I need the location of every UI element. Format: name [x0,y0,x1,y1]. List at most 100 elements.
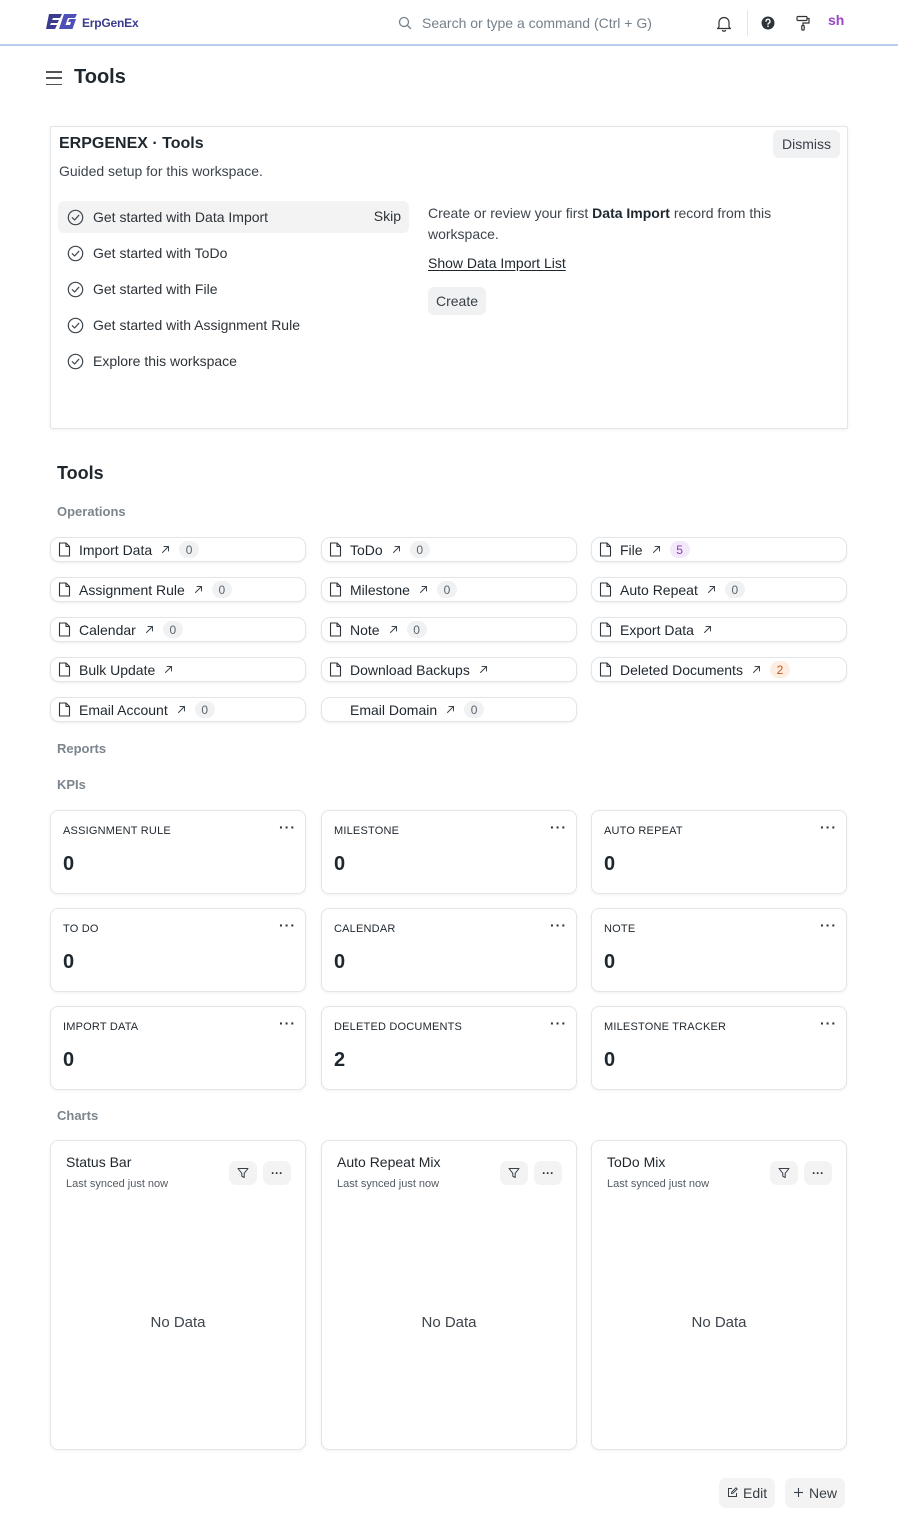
chart-menu-button[interactable]: ··· [534,1161,562,1185]
onboarding-step-label: Get started with File [93,281,218,297]
edit-button[interactable]: Edit [719,1478,776,1508]
chart-title: Auto Repeat Mix [337,1154,441,1170]
chart-title: Status Bar [66,1154,132,1170]
kpi-card-note[interactable]: NOTE 0 ··· [591,908,847,992]
kpi-menu-button[interactable]: ··· [550,1015,567,1031]
shortcut-label: Import Data [79,541,153,558]
shortcut-label: File [620,541,643,558]
document-icon [329,541,343,558]
kpi-label: AUTO REPEAT [604,825,683,837]
chart-empty-state: No Data [691,1314,747,1331]
brand-logo[interactable]: ErpGenEx [46,12,139,34]
chart-card-todo-mix: ToDo Mix Last synced just now ··· No Data [591,1140,847,1450]
kpi-menu-button[interactable]: ··· [279,1015,296,1031]
chart-last-synced: Last synced just now [607,1178,710,1190]
shortcut-import-data[interactable]: Import Data 0 [50,537,306,562]
create-button[interactable]: Create [428,287,487,315]
chart-menu-button[interactable]: ··· [263,1161,291,1185]
shortcut-bulk-update[interactable]: Bulk Update [50,657,306,682]
shortcut-auto-repeat[interactable]: Auto Repeat 0 [591,577,847,602]
shortcut-label: Email Account [79,701,168,718]
shortcut-label: Bulk Update [79,661,156,678]
arrow-up-right-icon [389,625,399,635]
kpi-menu-button[interactable]: ··· [820,819,837,835]
kpis-label: KPIs [57,777,86,792]
shortcut-label: Milestone [350,581,410,598]
skip-button[interactable]: Skip [374,208,401,224]
operations-label: Operations [57,504,126,519]
kpi-value: 2 [334,1049,346,1071]
search-icon [396,14,414,32]
shortcut-count-badge: 0 [194,701,215,718]
filter-icon[interactable] [229,1161,257,1185]
kpi-card-auto-repeat[interactable]: AUTO REPEAT 0 ··· [591,810,847,894]
shortcut-email-account[interactable]: Email Account 0 [50,697,306,722]
onboarding-step-explore[interactable]: Explore this workspace [58,345,409,377]
kpi-label: MILESTONE TRACKER [604,1021,727,1033]
kpi-card-calendar[interactable]: CALENDAR 0 ··· [321,908,577,992]
sidebar-toggle-icon[interactable] [46,70,62,86]
kpi-card-milestone-tracker[interactable]: MILESTONE TRACKER 0 ··· [591,1006,847,1090]
check-circle-icon [67,353,84,370]
edit-label: Edit [743,1485,768,1501]
kpi-menu-button[interactable]: ··· [279,819,296,835]
kpi-value: 0 [63,951,75,973]
dismiss-button[interactable]: Dismiss [773,130,840,158]
document-icon [599,581,613,598]
document-icon [329,581,343,598]
kpi-value: 0 [604,1049,616,1071]
shortcut-assignment-rule[interactable]: Assignment Rule 0 [50,577,306,602]
chart-menu-button[interactable]: ··· [804,1161,832,1185]
kpi-menu-button[interactable]: ··· [820,917,837,933]
help-icon[interactable] [757,12,779,34]
shortcut-todo[interactable]: ToDo 0 [321,537,577,562]
search-bar[interactable]: Search or type a command (Ctrl + G) [396,11,706,35]
chart-last-synced: Last synced just now [66,1178,169,1190]
shortcut-count-badge: 0 [211,581,232,598]
kpi-menu-button[interactable]: ··· [550,917,567,933]
shortcut-label: Auto Repeat [620,581,698,598]
shortcut-milestone[interactable]: Milestone 0 [321,577,577,602]
kpi-card-import-data[interactable]: IMPORT DATA 0 ··· [50,1006,306,1090]
onboarding-step-data-import[interactable]: Get started with Data Import Skip [58,201,409,233]
arrow-up-right-icon [419,585,429,595]
shortcut-deleted-documents[interactable]: Deleted Documents 2 [591,657,847,682]
kpi-label: DELETED DOCUMENTS [334,1021,463,1033]
shortcut-count-badge: 0 [436,581,457,598]
onboarding-step-assignment-rule[interactable]: Get started with Assignment Rule [58,309,409,341]
edit-icon [727,1485,738,1501]
shortcut-count-badge: 2 [769,661,790,678]
document-icon [329,621,343,638]
shortcut-count-badge: 5 [669,541,690,558]
kpi-menu-button[interactable]: ··· [820,1015,837,1031]
kpi-card-assignment-rule[interactable]: ASSIGNMENT RULE 0 ··· [50,810,306,894]
paint-roller-icon[interactable] [792,12,814,34]
onboarding-title: ERPGENEX · Tools [59,135,204,152]
shortcut-file[interactable]: File 5 [591,537,847,562]
kpi-card-milestone[interactable]: MILESTONE 0 ··· [321,810,577,894]
shortcut-calendar[interactable]: Calendar 0 [50,617,306,642]
shortcut-email-domain[interactable]: Email Domain 0 [321,697,577,722]
kpi-value: 0 [334,951,346,973]
kpi-menu-button[interactable]: ··· [550,819,567,835]
kpi-card-deleted-documents[interactable]: DELETED DOCUMENTS 2 ··· [321,1006,577,1090]
filter-icon[interactable] [770,1161,798,1185]
filter-icon[interactable] [500,1161,528,1185]
show-data-import-list-link[interactable]: Show Data Import List [428,255,566,271]
onboarding-step-todo[interactable]: Get started with ToDo [58,237,409,269]
document-icon [599,621,613,638]
shortcut-note[interactable]: Note 0 [321,617,577,642]
bell-icon[interactable] [713,12,735,34]
kpi-menu-button[interactable]: ··· [279,917,296,933]
user-avatar[interactable]: sh [828,12,844,28]
shortcut-label: Deleted Documents [620,661,743,678]
kpi-value: 0 [604,853,616,875]
chart-empty-state: No Data [421,1314,477,1331]
search-input[interactable]: Search or type a command (Ctrl + G) [422,15,652,31]
kpi-card-to-do[interactable]: TO DO 0 ··· [50,908,306,992]
shortcut-label: ToDo [350,541,383,558]
onboarding-step-file[interactable]: Get started with File [58,273,409,305]
shortcut-download-backups[interactable]: Download Backups [321,657,577,682]
new-button[interactable]: New [785,1478,846,1508]
shortcut-export-data[interactable]: Export Data [591,617,847,642]
